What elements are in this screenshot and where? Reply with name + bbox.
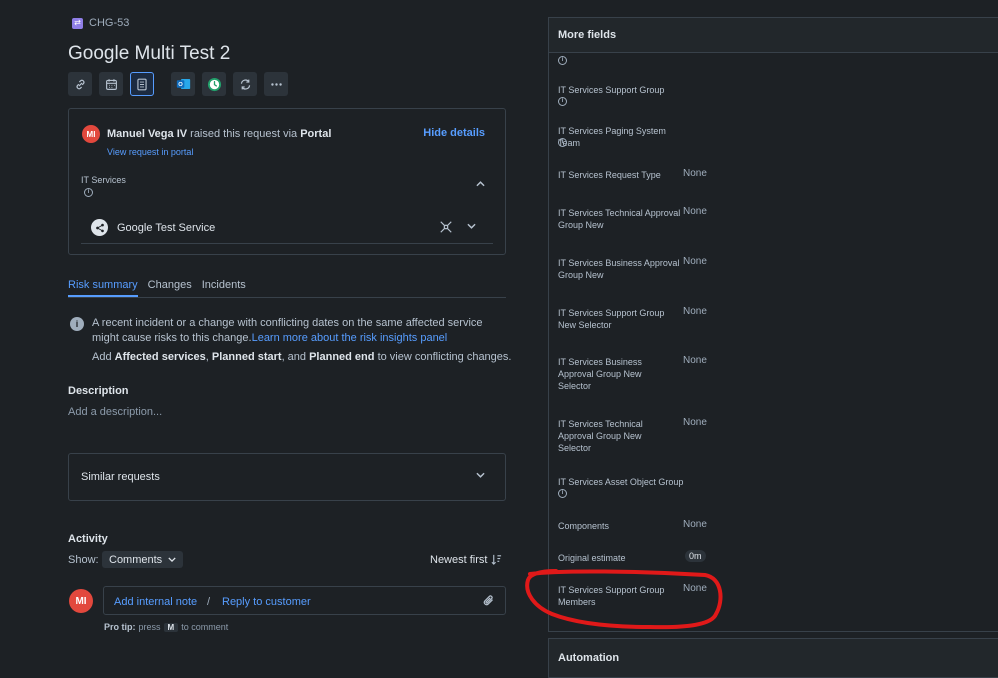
description-heading: Description (68, 385, 129, 397)
risk-insights-link[interactable]: Learn more about the risk insights panel (252, 332, 448, 344)
more-icon[interactable] (264, 72, 288, 96)
change-type-icon: ⇄ (72, 17, 83, 29)
chevron-up-icon[interactable] (476, 179, 485, 190)
field-value[interactable]: None (683, 417, 707, 428)
info-icon[interactable]: i (558, 489, 567, 498)
keyboard-shortcut-key: M (163, 622, 179, 632)
similar-requests-panel[interactable]: Similar requests (68, 453, 506, 501)
view-request-in-portal-link[interactable]: View request in portal (107, 147, 193, 157)
field-label: IT Services Business Approval Group New … (558, 357, 642, 391)
risk-hint: Add Affected services, Planned start, an… (92, 351, 511, 363)
risk-hint-sep: , (205, 351, 209, 363)
field-label: IT Services Support Group New Selector (558, 308, 665, 330)
tab-risk-summary[interactable]: Risk summary (68, 279, 138, 297)
activity-filter-value: Comments (109, 553, 163, 566)
issue-key-breadcrumb[interactable]: ⇄ CHG-53 (72, 17, 129, 29)
sort-order-button[interactable]: Newest first (430, 554, 502, 566)
affected-services-text: Affected services (114, 351, 206, 363)
calendar-icon[interactable] (99, 72, 123, 96)
service-graph-icon[interactable] (439, 220, 453, 237)
issue-toolbar: O (68, 72, 288, 96)
field-value[interactable]: None (683, 583, 707, 594)
more-fields-panel: More fields i IT Services Support Group … (548, 17, 998, 632)
field-label: Original estimate (558, 553, 626, 563)
service-row[interactable]: Google Test Service (81, 212, 493, 244)
similar-requests-label: Similar requests (81, 471, 160, 483)
planned-end-text: Planned end (309, 351, 375, 363)
show-label: Show: (68, 554, 99, 566)
field-value[interactable]: None (683, 256, 707, 267)
field-value[interactable]: None (683, 519, 707, 530)
planned-start-text: Planned start (211, 351, 282, 363)
info-icon[interactable]: i (558, 97, 567, 106)
activity-heading: Activity (68, 533, 108, 545)
info-icon[interactable]: i (558, 138, 567, 147)
field-label: IT Services Support Group Members (558, 585, 665, 607)
chevron-down-icon[interactable] (476, 470, 485, 481)
form-icon[interactable] (130, 72, 154, 96)
comment-separator: / (207, 596, 211, 608)
link-icon[interactable] (68, 72, 92, 96)
info-icon[interactable]: i (558, 56, 567, 65)
field-label: IT Services Paging System Team (558, 126, 666, 148)
add-internal-note-button[interactable]: Add internal note (114, 596, 197, 608)
issue-main-column: ⇄ CHG-53 Google Multi Test 2 O MI Manuel… (0, 0, 545, 678)
field-label: IT Services Support Group (558, 85, 665, 95)
risk-message: A recent incident or a change with confl… (92, 316, 497, 346)
issue-key[interactable]: CHG-53 (89, 17, 129, 29)
clock-icon[interactable] (202, 72, 226, 96)
risk-tabs: Risk summary Changes Incidents (68, 279, 506, 298)
reply-to-customer-button[interactable]: Reply to customer (222, 596, 311, 608)
field-value[interactable]: None (683, 355, 707, 366)
pro-tip-label: Pro tip: (104, 622, 136, 632)
service-name[interactable]: Google Test Service (117, 222, 215, 234)
pro-tip: Pro tip: press M to comment (104, 622, 228, 632)
field-label: IT Services Business Approval Group New (558, 258, 680, 280)
pro-tip-post: to comment (181, 622, 229, 632)
automation-heading[interactable]: Automation (548, 638, 998, 678)
risk-hint-post: to view conflicting changes. (377, 351, 512, 363)
issue-title[interactable]: Google Multi Test 2 (68, 43, 230, 65)
risk-hint-pre: Add (92, 351, 112, 363)
more-fields-heading[interactable]: More fields (549, 18, 998, 53)
risk-hint-sep: , and (281, 351, 307, 363)
raised-text: raised this request via (190, 128, 298, 140)
comment-box[interactable]: Add internal note / Reply to customer (103, 586, 506, 615)
requester-name[interactable]: Manuel Vega IV (107, 128, 187, 140)
share-icon (91, 219, 108, 236)
details-sidebar: More fields i IT Services Support Group … (545, 17, 998, 678)
pro-tip-press: press (138, 622, 161, 632)
field-label: IT Services Technical Approval Group New… (558, 419, 643, 453)
activity-filter-select[interactable]: Comments (102, 551, 184, 568)
tab-changes[interactable]: Changes (148, 279, 192, 297)
requester-avatar[interactable]: MI (82, 125, 100, 143)
original-estimate-badge[interactable]: 0m (685, 550, 706, 562)
sort-order-label: Newest first (430, 554, 488, 566)
it-services-label: IT Services (81, 175, 126, 185)
requester-line: MI Manuel Vega IV raised this request vi… (82, 125, 331, 143)
field-label: IT Services Asset Object Group (558, 477, 684, 487)
field-label: IT Services Request Type (558, 170, 661, 180)
current-user-avatar: MI (69, 589, 93, 613)
field-value[interactable]: None (683, 168, 707, 179)
tab-incidents[interactable]: Incidents (202, 279, 246, 297)
info-icon: i (70, 317, 84, 331)
chevron-down-icon (168, 557, 176, 562)
field-value[interactable]: None (683, 306, 707, 317)
field-value[interactable]: None (683, 206, 707, 217)
sort-icon (491, 554, 502, 565)
field-label: Components (558, 521, 610, 531)
svg-text:O: O (178, 82, 183, 88)
info-icon[interactable]: i (84, 188, 93, 197)
request-channel: Portal (300, 128, 332, 140)
hide-details-button[interactable]: Hide details (423, 127, 485, 139)
sync-icon[interactable] (233, 72, 257, 96)
outlook-icon[interactable]: O (171, 72, 195, 96)
description-input[interactable]: Add a description... (68, 406, 162, 418)
field-label: IT Services Technical Approval Group New (558, 208, 681, 230)
attachment-icon[interactable] (482, 593, 495, 611)
chevron-down-icon[interactable] (467, 221, 476, 232)
request-details-card: MI Manuel Vega IV raised this request vi… (68, 108, 506, 255)
